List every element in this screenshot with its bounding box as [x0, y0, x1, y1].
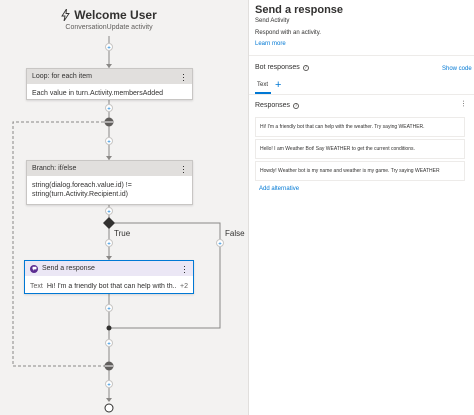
add-step-button[interactable]: +	[105, 137, 113, 146]
info-icon[interactable]: ?	[302, 64, 309, 71]
add-step-button[interactable]: +	[105, 304, 113, 313]
more-options-icon[interactable]: ⋯	[179, 165, 189, 173]
false-branch-label: False	[225, 229, 245, 238]
branch-condition-line1: string(dialog.foreach.value.id) !=	[32, 182, 132, 189]
merge-dot-icon	[106, 325, 112, 331]
show-code-link[interactable]: Show code	[442, 66, 472, 72]
branch-node-header: Branch: if/else ⋯	[27, 161, 192, 176]
learn-more-link[interactable]: Learn more	[255, 41, 286, 47]
trigger-subtitle: ConversationUpdate activity	[65, 24, 153, 31]
send-response-header: Send a response ⋯	[25, 261, 193, 276]
branch-node-title: Branch: if/else	[32, 165, 77, 172]
more-options-icon[interactable]: ⋯	[458, 100, 466, 106]
add-step-button[interactable]: +	[105, 104, 113, 113]
loop-junction-icon	[104, 117, 114, 127]
loop-back-line	[12, 121, 109, 367]
add-step-button[interactable]: +	[105, 239, 113, 248]
svg-text:+: +	[107, 307, 111, 313]
field-value: Hi! I'm a friendly bot that can help wit…	[46, 283, 177, 290]
tab-text[interactable]: Text	[257, 82, 268, 88]
lightning-icon	[61, 9, 71, 21]
svg-text:+: +	[107, 242, 111, 248]
svg-text:+: +	[218, 242, 222, 248]
add-step-button[interactable]: +	[105, 207, 113, 216]
panel-subtitle: Send Activity	[255, 18, 290, 24]
loop-node-title: Loop: for each item	[32, 73, 92, 80]
more-options-icon[interactable]: ⋯	[180, 265, 190, 273]
branch-diamond-icon	[103, 217, 115, 229]
add-alternative-link[interactable]: Add alternative	[259, 186, 299, 192]
svg-text:+: +	[107, 342, 111, 348]
branch-node-body: string(dialog.foreach.value.id) != strin…	[27, 176, 192, 204]
loop-node-header: Loop: for each item ⋯	[27, 69, 192, 84]
svg-text:+: +	[107, 46, 111, 52]
panel-title: Send a response	[255, 4, 344, 16]
panel-description: Respond with an activity.	[255, 30, 321, 36]
info-icon[interactable]: ?	[293, 102, 300, 109]
svg-text:+: +	[107, 107, 111, 113]
svg-text:+: +	[107, 140, 111, 146]
divider	[249, 55, 474, 56]
more-options-icon[interactable]: ⋯	[179, 73, 189, 81]
properties-panel: Send a response Send Activity Respond wi…	[249, 0, 474, 415]
add-step-button[interactable]: +	[105, 43, 113, 52]
response-item[interactable]: Hello! I am Weather Bot! Say WEATHER to …	[255, 139, 465, 159]
bot-responses-text: Bot responses	[255, 64, 300, 71]
trigger-title[interactable]: Welcome User	[0, 8, 218, 22]
flow-canvas[interactable]: + + + + + + + + + Welcome User Conversat…	[0, 0, 249, 415]
loop-node-body: Each value in turn.Activity.membersAdded	[32, 90, 163, 97]
response-item[interactable]: Hi! I'm a friendly bot that can help wit…	[255, 117, 465, 137]
add-tab-icon[interactable]: +	[275, 79, 281, 91]
send-response-node[interactable]: Send a response ⋯ Text Hi! I'm a friendl…	[24, 260, 194, 294]
field-label: Text	[30, 283, 43, 290]
responses-label: Responses ?	[255, 102, 300, 109]
svg-text:+: +	[107, 383, 111, 389]
add-step-button[interactable]: +	[216, 239, 224, 248]
bot-responses-label: Bot responses ?	[255, 64, 309, 71]
loop-node[interactable]: Loop: for each item ⋯ Each value in turn…	[26, 68, 193, 100]
send-response-title: Send a response	[42, 265, 95, 272]
flow-connectors: + + + + + + + + +	[12, 36, 224, 413]
extra-count-badge: +2	[180, 283, 188, 290]
branch-node[interactable]: Branch: if/else ⋯ string(dialog.foreach.…	[26, 160, 193, 205]
true-branch-label: True	[114, 229, 131, 238]
arrow-head	[106, 398, 112, 402]
trigger-title-text: Welcome User	[74, 8, 157, 22]
tab-divider	[249, 94, 474, 95]
add-step-button[interactable]: +	[105, 380, 113, 389]
loop-junction-icon	[104, 361, 114, 371]
svg-text:+: +	[107, 210, 111, 216]
send-response-body: Text Hi! I'm a friendly bot that can hel…	[25, 276, 193, 297]
add-step-button[interactable]: +	[105, 339, 113, 348]
end-circle-icon	[104, 403, 114, 413]
response-item[interactable]: Howdy! Weather bot is my name and weathe…	[255, 161, 465, 181]
branch-condition-line2: string(turn.Activity.Recipient.id)	[32, 191, 128, 198]
responses-text: Responses	[255, 102, 291, 109]
chat-bubble-icon	[30, 264, 38, 273]
